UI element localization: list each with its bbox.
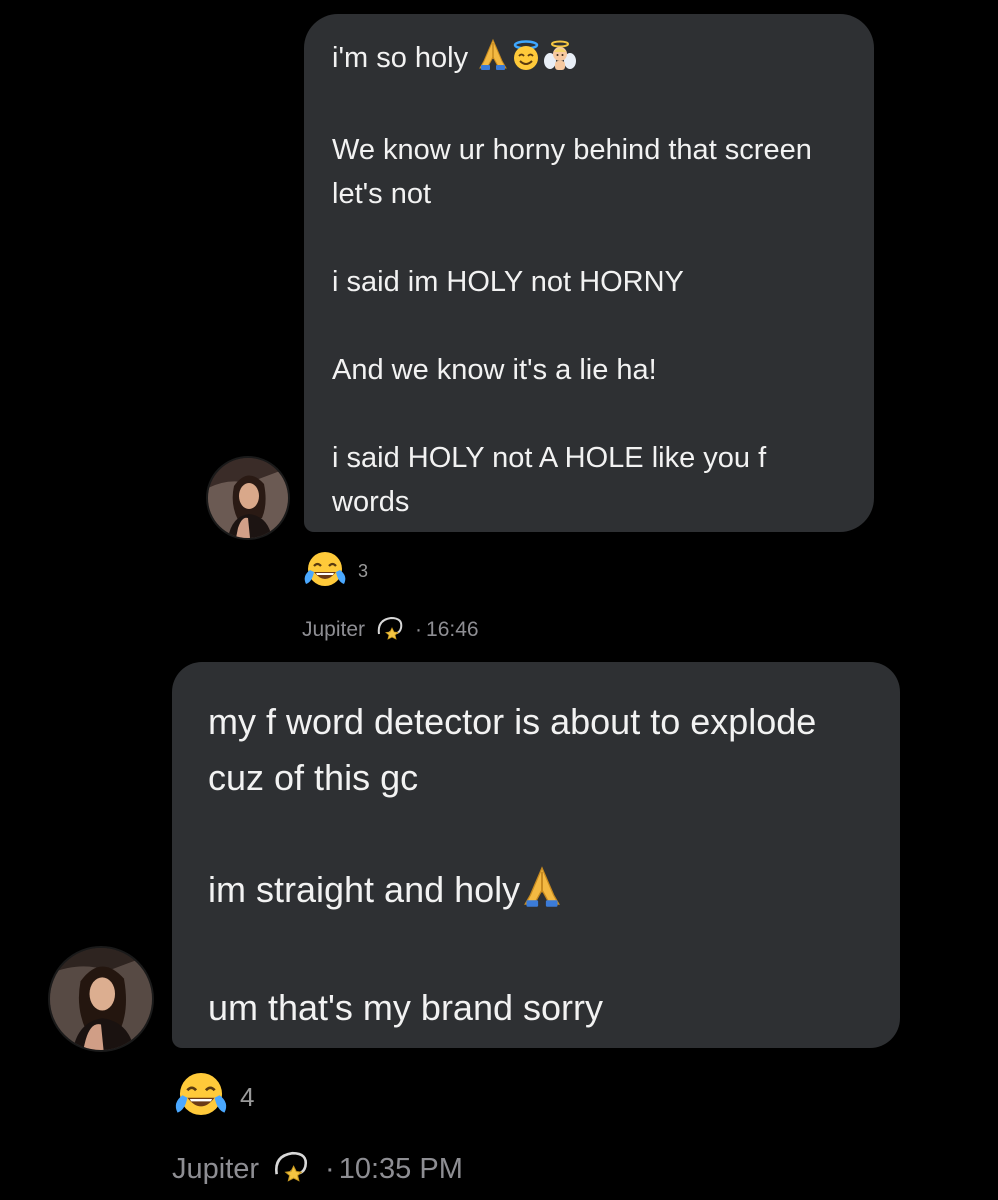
meta-separator: · (415, 618, 423, 641)
baby-angel-icon (544, 39, 577, 84)
dizzy-star-icon (271, 1148, 311, 1190)
face-with-tears-of-joy-icon (172, 1068, 230, 1127)
avatar-portrait-icon (50, 948, 152, 1050)
message-line: i'm so holy (332, 36, 846, 84)
message-line: i said im HOLY not HORNY (332, 266, 684, 298)
meta-separator: · (325, 1152, 335, 1185)
message-line: We know ur horny behind that screen let'… (332, 134, 820, 210)
avatar[interactable] (206, 456, 290, 540)
message-line: And we know it's a lie ha! (332, 354, 657, 386)
message-meta: Jupiter · 10:35 PM (172, 1148, 463, 1190)
message-line: my f word detector is about to explode c… (208, 701, 827, 798)
avatar[interactable] (48, 946, 154, 1052)
message-line: im straight and holy (208, 862, 870, 924)
message-bubble[interactable]: i'm so holy We know ur horny behind that… (304, 14, 874, 532)
message-bubble[interactable]: my f word detector is about to explode c… (172, 662, 900, 1048)
dizzy-star-icon (375, 614, 405, 646)
sender-name: Jupiter (302, 618, 366, 641)
sender-name: Jupiter (172, 1152, 260, 1185)
message-line: i said HOLY not A HOLE like you f words (332, 442, 775, 518)
smiling-face-with-halo-icon (510, 39, 542, 84)
message-meta: Jupiter · 16:46 (302, 614, 479, 646)
timestamp: 10:35 PM (338, 1152, 463, 1185)
folded-hands-icon (478, 37, 508, 84)
reaction-badge[interactable]: 3 (302, 548, 368, 595)
reaction-badge[interactable]: 4 (172, 1068, 254, 1127)
avatar-portrait-icon (208, 458, 288, 538)
timestamp: 16:46 (426, 618, 479, 641)
message-line: um that's my brand sorry (208, 987, 603, 1028)
face-with-tears-of-joy-icon (302, 548, 348, 595)
reaction-count: 3 (358, 561, 369, 581)
reaction-count: 4 (240, 1082, 255, 1112)
folded-hands-icon (522, 864, 562, 924)
